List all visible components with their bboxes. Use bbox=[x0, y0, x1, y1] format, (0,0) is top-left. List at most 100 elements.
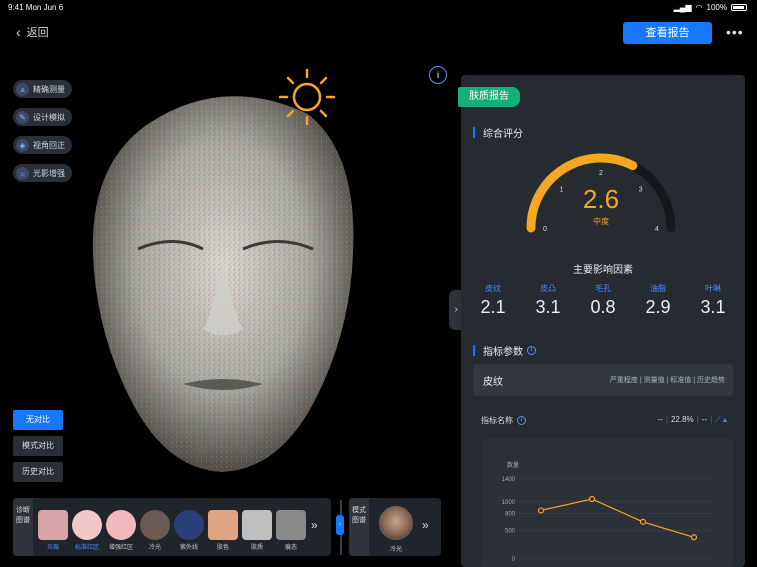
compare-button-2[interactable]: 历史对比 bbox=[13, 462, 63, 482]
factor-item: 叶啉 3.1 bbox=[691, 283, 735, 318]
indicator-label: 指标名称 bbox=[481, 416, 513, 425]
diagnosis-thumbnail bbox=[208, 510, 238, 540]
gauge-tick-label: 2 bbox=[599, 170, 603, 177]
mode-thumbnail[interactable] bbox=[379, 506, 413, 540]
diagnosis-bar: 诊断图谱 炎瘢 标准红区 增强红区 冷光 紫外线 肤色 肤质 痕态 » bbox=[13, 498, 331, 556]
diagnosis-thumbnail bbox=[242, 510, 272, 540]
diagnosis-thumbnail bbox=[140, 510, 170, 540]
score-level: 中度 bbox=[593, 216, 609, 226]
trend-chart-box: 数量 0 500 800 1000 1400 bbox=[481, 439, 733, 567]
factor-item: 毛孔 0.8 bbox=[581, 283, 625, 318]
battery-text: 100% bbox=[706, 3, 727, 12]
tool-button-2[interactable]: ◈ 视角回正 bbox=[13, 136, 72, 154]
view-report-button[interactable]: 查看报告 bbox=[623, 22, 712, 44]
tool-button-0[interactable]: ⩓ 精确测量 bbox=[13, 80, 72, 98]
params-title: 指标参数 i bbox=[473, 343, 536, 358]
diagnosis-item[interactable]: 肤质 bbox=[241, 510, 273, 551]
metric-row[interactable]: 皮纹 严重程度 | 测量值 | 标准值 | 历史趋势 bbox=[473, 364, 733, 396]
chart-y-tick: 1400 bbox=[502, 477, 516, 483]
diagnosis-more-icon[interactable]: » bbox=[311, 518, 318, 532]
compare-options: 无对比模式对比历史对比 bbox=[13, 410, 63, 482]
face-3d-model[interactable] bbox=[78, 84, 368, 474]
factor-list: 皮纹 2.1 皮凸 3.1 毛孔 0.8 油脂 2.9 叶啉 3.1 bbox=[471, 283, 735, 318]
chart-point[interactable] bbox=[690, 534, 698, 541]
gauge-tick-label: 0 bbox=[543, 226, 547, 233]
sun-light-icon[interactable] bbox=[277, 67, 337, 127]
factor-name: 油脂 bbox=[650, 284, 666, 293]
indicator-row: 指标名称 i -- | 22.8% | -- | ⟋ ▴ bbox=[473, 411, 733, 429]
battery-icon bbox=[731, 4, 747, 11]
metric-name: 皮纹 bbox=[483, 377, 503, 388]
ruler-icon: ⩓ bbox=[16, 82, 29, 96]
diagnosis-item[interactable]: 肤色 bbox=[207, 510, 239, 551]
reset-view-icon: ◈ bbox=[16, 138, 29, 152]
chevron-left-icon: ‹ bbox=[16, 24, 21, 40]
signal-icon: ▂▄▆ bbox=[673, 3, 692, 12]
diagnosis-thumbnail bbox=[72, 510, 102, 540]
factor-item: 油脂 2.9 bbox=[636, 283, 680, 318]
diagnosis-label: 肤质 bbox=[250, 545, 263, 551]
diagnosis-item[interactable]: 痕态 bbox=[275, 510, 307, 551]
tool-list: ⩓ 精确测量 ✎ 设计模拟 ◈ 视角回正 ☼ 光影增强 bbox=[13, 80, 72, 182]
chart-y-tick: 800 bbox=[505, 511, 516, 517]
indicator-values: -- | 22.8% | -- | ⟋ ▴ bbox=[657, 415, 727, 424]
mode-more-icon[interactable]: » bbox=[422, 518, 429, 532]
tool-label: 视角回正 bbox=[33, 140, 65, 150]
overall-score-title: 综合评分 bbox=[473, 125, 523, 140]
diagnosis-label: 标准红区 bbox=[74, 545, 99, 551]
tool-button-1[interactable]: ✎ 设计模拟 bbox=[13, 108, 72, 126]
diagnosis-item[interactable]: 增强红区 bbox=[105, 510, 137, 551]
metric-columns: 严重程度 | 测量值 | 标准值 | 历史趋势 bbox=[609, 377, 725, 384]
skin-report-panel: 综合评分 0 1 2 3 4 2.6 中度 主要影响因素 皮纹 2.1 皮凸 3.1 毛孔 0.8… bbox=[461, 75, 745, 567]
score-gauge: 0 1 2 3 4 2.6 中度 bbox=[526, 153, 676, 233]
more-menu-icon[interactable]: ••• bbox=[726, 24, 744, 40]
status-indicators: ▂▄▆ ◠ 100% bbox=[674, 3, 747, 12]
params-label: 指标参数 bbox=[483, 347, 523, 358]
indicator-measure: 22.8% bbox=[670, 415, 694, 424]
indicator-standard: -- bbox=[701, 415, 708, 424]
score-value: 2.6 bbox=[583, 184, 619, 214]
chart-y-label: 数量 bbox=[507, 461, 519, 469]
chart-point[interactable] bbox=[639, 518, 647, 525]
mode-label: 冷光 bbox=[389, 547, 402, 553]
diagnosis-item[interactable]: 标准红区 bbox=[71, 510, 103, 551]
diagnosis-label: 紫外线 bbox=[179, 545, 198, 551]
factor-item: 皮纹 2.1 bbox=[471, 283, 515, 318]
factor-value: 2.1 bbox=[480, 297, 506, 317]
diagnosis-label: 痕态 bbox=[284, 545, 297, 551]
indicator-name: 指标名称 i bbox=[481, 415, 526, 426]
factor-value: 3.1 bbox=[700, 297, 726, 317]
trend-chart-icon[interactable]: ⟋ ▴ bbox=[715, 415, 727, 424]
collapse-toggle-icon[interactable]: ‹ bbox=[336, 515, 344, 535]
diagnosis-item[interactable]: 炎瘢 bbox=[37, 510, 69, 551]
tool-label: 精确测量 bbox=[33, 84, 65, 94]
diagnosis-label: 增强红区 bbox=[108, 545, 133, 551]
diagnosis-title: 诊断图谱 bbox=[13, 498, 33, 556]
chart-point[interactable] bbox=[588, 495, 596, 503]
diagnosis-thumbnail bbox=[174, 510, 204, 540]
compare-button-0[interactable]: 无对比 bbox=[13, 410, 63, 430]
diagnosis-item[interactable]: 紫外线 bbox=[173, 510, 205, 551]
compare-button-1[interactable]: 模式对比 bbox=[13, 436, 63, 456]
chart-point[interactable] bbox=[537, 507, 545, 514]
status-time: 9:41 Mon Jun 6 bbox=[8, 3, 64, 12]
indicator-severity: -- bbox=[657, 415, 663, 424]
back-label: 返回 bbox=[26, 27, 49, 39]
factor-name: 皮凸 bbox=[540, 284, 556, 293]
params-info-icon[interactable]: i bbox=[527, 346, 536, 355]
back-button[interactable]: ‹ 返回 bbox=[16, 24, 49, 40]
tool-label: 光影增强 bbox=[33, 168, 65, 178]
pen-icon: ✎ bbox=[16, 110, 29, 124]
gauge-tick-label: 4 bbox=[655, 226, 659, 233]
gauge-tick-label: 1 bbox=[559, 186, 563, 193]
light-icon: ☼ bbox=[16, 166, 29, 180]
info-icon[interactable]: i bbox=[429, 66, 447, 84]
diagnosis-item[interactable]: 冷光 bbox=[139, 510, 171, 551]
chart-y-tick: 0 bbox=[512, 557, 516, 563]
skin-report-tag[interactable]: 肤质报告 bbox=[458, 87, 520, 107]
diagnosis-thumbnail bbox=[106, 510, 136, 540]
mode-bar: 模式图谱 冷光 » bbox=[349, 498, 441, 556]
mode-title: 模式图谱 bbox=[349, 498, 369, 556]
tool-button-3[interactable]: ☼ 光影增强 bbox=[13, 164, 72, 182]
indicator-info-icon[interactable]: i bbox=[517, 416, 526, 425]
